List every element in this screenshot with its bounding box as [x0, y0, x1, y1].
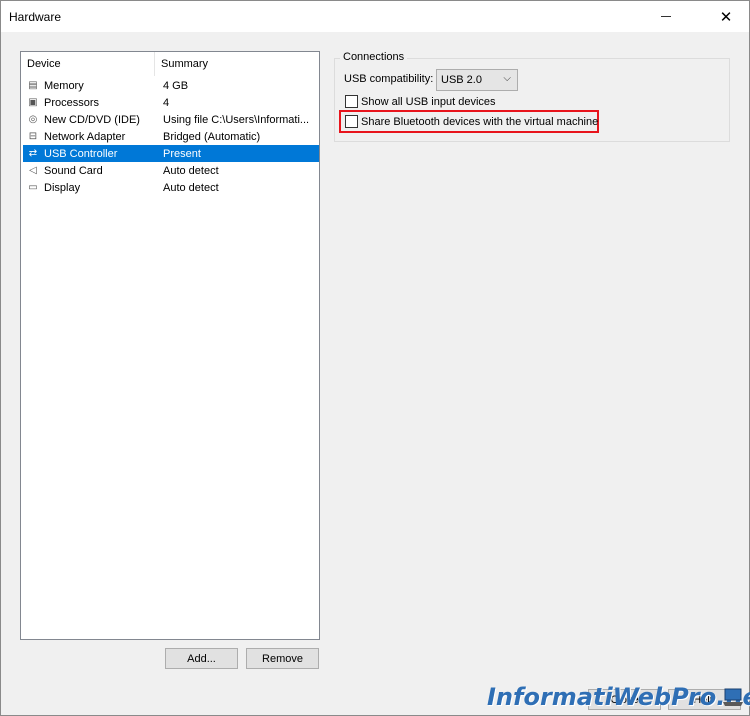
- add-button[interactable]: Add...: [165, 648, 238, 669]
- device-row[interactable]: ⊟ Network Adapter Bridged (Automatic): [23, 128, 319, 145]
- close-icon: ✕: [719, 8, 733, 26]
- display-icon: ▭: [28, 182, 38, 193]
- device-summary: Bridged (Automatic): [163, 130, 261, 143]
- device-name: Sound Card: [44, 164, 103, 177]
- network-adapter-icon: ⊟: [28, 131, 38, 142]
- column-header-device[interactable]: Device: [21, 52, 155, 76]
- title-bar: Hardware ✕: [1, 1, 749, 32]
- processor-icon: ▣: [28, 97, 38, 108]
- device-name: Processors: [44, 96, 100, 109]
- device-summary: 4 GB: [163, 79, 189, 92]
- connections-group-label: Connections: [340, 51, 408, 63]
- device-summary: Auto detect: [163, 181, 219, 194]
- close-window-button[interactable]: ✕: [703, 1, 749, 32]
- device-name: Network Adapter: [44, 130, 126, 143]
- list-header: Device Summary: [21, 52, 319, 76]
- chevron-down-icon: ⌵: [503, 73, 511, 84]
- device-name: New CD/DVD (IDE): [44, 113, 140, 126]
- share-bluetooth-label: Share Bluetooth devices with the virtual…: [361, 115, 599, 128]
- usb-compatibility-value: USB 2.0: [441, 74, 482, 86]
- device-name: Display: [44, 181, 81, 194]
- device-row[interactable]: ◁ Sound Card Auto detect: [23, 162, 319, 179]
- device-name: USB Controller: [44, 147, 118, 160]
- device-row[interactable]: ▣ Processors 4: [23, 94, 319, 111]
- minimize-icon: [661, 16, 671, 17]
- device-row[interactable]: ▭ Display Auto detect: [23, 179, 319, 196]
- cd-dvd-icon: ◎: [28, 114, 38, 125]
- usb-compatibility-label: USB compatibility:: [344, 73, 434, 85]
- device-row[interactable]: ▤ Memory 4 GB: [23, 77, 319, 94]
- share-bluetooth-checkbox[interactable]: [345, 115, 358, 128]
- speaker-icon: ◁: [29, 165, 37, 176]
- device-summary: Present: [163, 147, 201, 160]
- show-all-usb-checkbox-row[interactable]: Show all USB input devices: [345, 95, 496, 108]
- minimize-button[interactable]: [643, 1, 689, 32]
- usb-icon: ⇄: [28, 148, 38, 159]
- device-name: Memory: [44, 79, 84, 92]
- show-all-usb-label: Show all USB input devices: [361, 95, 496, 108]
- usb-compatibility-select[interactable]: USB 2.0 ⌵: [436, 69, 518, 91]
- laptop-icon: [723, 688, 743, 706]
- device-list[interactable]: Device Summary ▤ Memory 4 GB ▣ Processors 4 ◎ N…: [20, 51, 320, 640]
- column-header-summary[interactable]: Summary: [155, 52, 318, 76]
- window-title: Hardware: [9, 10, 62, 24]
- device-summary: Auto detect: [163, 164, 219, 177]
- device-row[interactable]: ◎ New CD/DVD (IDE) Using file C:\Users\Inf…: [23, 111, 319, 128]
- device-row[interactable]: ⇄ USB Controller Present: [23, 145, 319, 162]
- watermark-text: InformatiWebPro.net: [487, 683, 750, 711]
- remove-button[interactable]: Remove: [246, 648, 319, 669]
- device-summary: 4: [163, 96, 170, 109]
- device-summary: Using file C:\Users\Informati...: [163, 113, 310, 126]
- show-all-usb-checkbox[interactable]: [345, 95, 358, 108]
- share-bluetooth-checkbox-row[interactable]: Share Bluetooth devices with the virtual…: [345, 115, 598, 128]
- memory-icon: ▤: [28, 80, 38, 91]
